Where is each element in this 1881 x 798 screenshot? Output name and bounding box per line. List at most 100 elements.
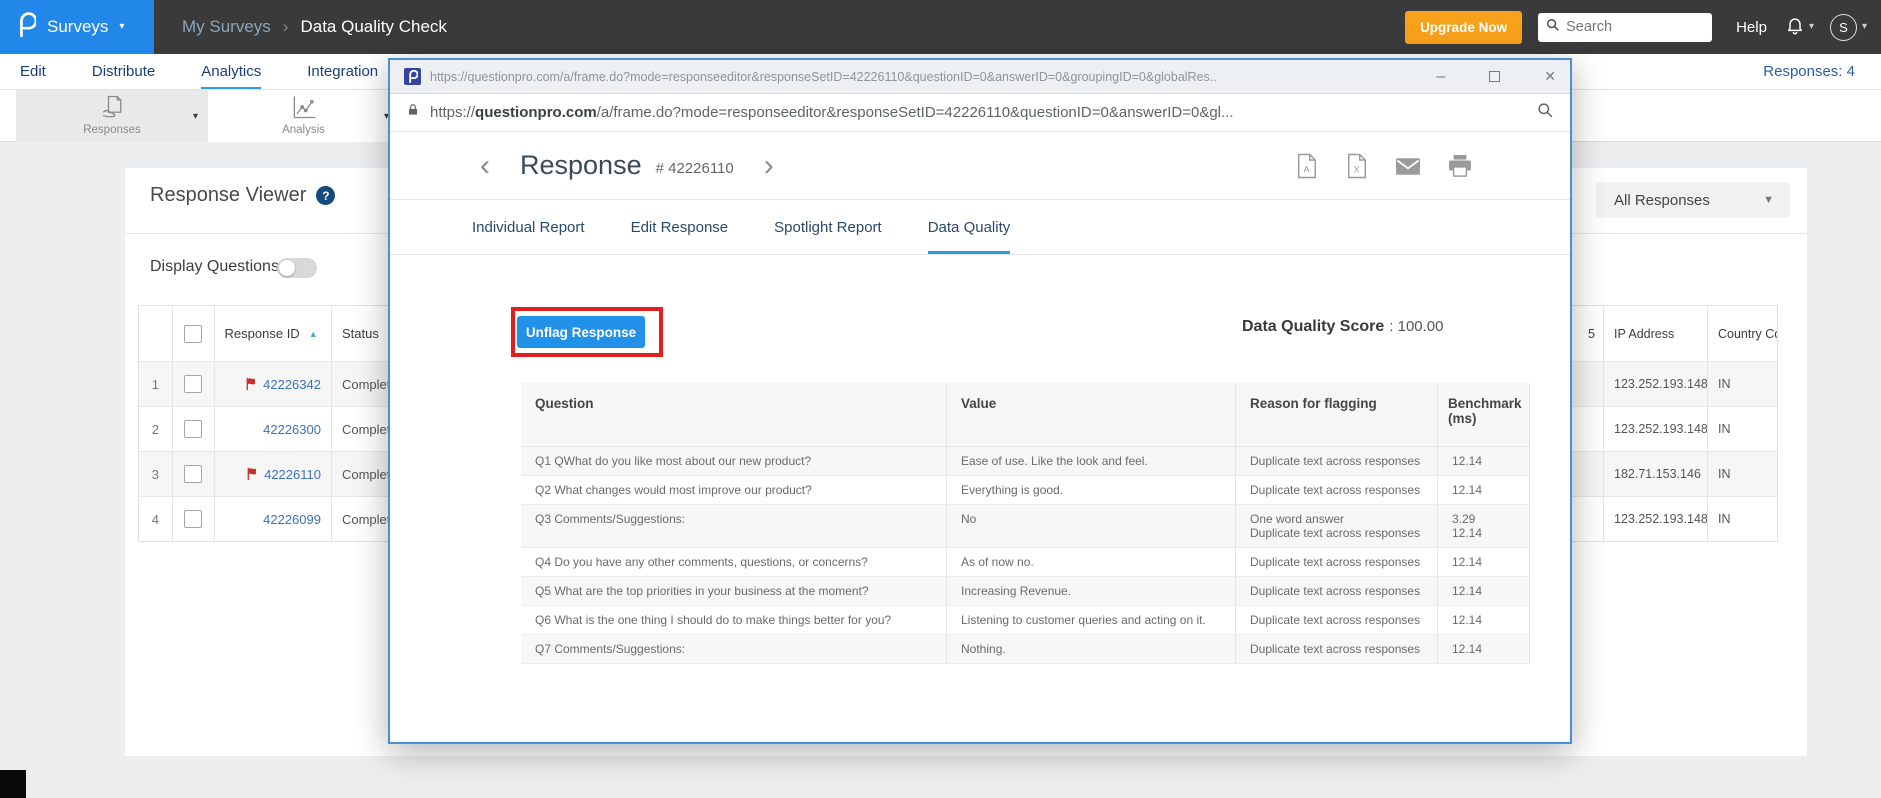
response-id-link[interactable]: 42226099 (263, 512, 321, 527)
display-questions-label: Display Questions (150, 258, 279, 275)
ip-address-header[interactable]: IP Address (1604, 306, 1708, 361)
modal-tab-spotlight-report[interactable]: Spotlight Report (774, 200, 882, 254)
response-id-header[interactable]: Response ID ▲ (215, 306, 332, 361)
nav-tab-edit[interactable]: Edit (20, 54, 46, 89)
pdf-export-icon[interactable]: A (1296, 153, 1318, 179)
avatar: S (1829, 13, 1857, 41)
close-icon[interactable]: ✕ (1544, 68, 1556, 85)
quality-col-header: Reason for flagging (1235, 383, 1437, 446)
country-code-cell: IN (1718, 377, 1731, 391)
response-editor-window: https://questionpro.com/a/frame.do?mode=… (388, 58, 1572, 744)
search-input[interactable] (1566, 19, 1697, 35)
help-icon[interactable]: ? (316, 186, 336, 205)
quality-row: Q3 Comments/Suggestions: No One word answe… (521, 505, 1530, 548)
sort-asc-icon: ▲ (308, 328, 318, 339)
global-search[interactable] (1538, 12, 1713, 42)
benchmark-cell: 12.14 (1437, 577, 1530, 605)
country-code-header[interactable]: Country Code (1708, 306, 1777, 361)
benchmark-cell: 12.14 (1437, 606, 1530, 634)
help-link[interactable]: Help (1736, 19, 1767, 36)
ip-address-cell: 182.71.153.146 (1604, 452, 1708, 496)
nav-tab-integration[interactable]: Integration (307, 54, 378, 89)
page-title: Response Viewer (150, 184, 307, 206)
benchmark-cell: 12.14 (1437, 548, 1530, 576)
next-response-button[interactable]: › (758, 150, 780, 181)
window-title-bar[interactable]: https://questionpro.com/a/frame.do?mode=… (390, 60, 1570, 94)
modal-tab-edit-response[interactable]: Edit Response (631, 200, 729, 254)
question-cell: Q4 Do you have any other comments, quest… (535, 555, 868, 569)
response-id-link[interactable]: 42226342 (263, 377, 321, 392)
value-cell: Listening to customer queries and acting… (946, 606, 1235, 634)
breadcrumb: My Surveys › Data Quality Check (182, 17, 447, 37)
row-number: 3 (139, 452, 173, 496)
questionpro-logo-icon (16, 11, 38, 43)
row-checkbox[interactable] (184, 375, 203, 393)
row-number: 4 (139, 497, 173, 541)
response-id-link[interactable]: 42226110 (264, 467, 321, 482)
response-filter-dropdown[interactable]: All Responses ▼ (1596, 182, 1790, 218)
print-icon[interactable] (1448, 155, 1472, 177)
response-id-cell: 42226300 (215, 407, 332, 451)
top-bar: Surveys ▾ My Surveys › Data Quality Chec… (0, 0, 1881, 54)
analysis-icon (208, 93, 399, 121)
responses-table-right-body: 123.252.193.148 IN 123.252.193.148 IN 182.71… (1541, 361, 1777, 541)
row-checkbox-cell (173, 407, 215, 451)
response-tabs: Individual Report Edit Response Spotlight … (390, 200, 1570, 255)
breadcrumb-current-survey: Data Quality Check (300, 17, 447, 36)
account-menu[interactable]: S ▾ (1829, 13, 1867, 41)
previous-response-button[interactable]: ‹ (474, 150, 496, 181)
response-id-cell: 42226110 (215, 452, 332, 496)
response-id-link[interactable]: 42226300 (263, 422, 321, 437)
question-cell: Q2 What changes would most improve our p… (535, 483, 812, 497)
breadcrumb-my-surveys[interactable]: My Surveys (182, 17, 271, 37)
minimize-button[interactable]: – (1436, 68, 1445, 86)
quality-row: Q7 Comments/Suggestions: Nothing. Duplicat… (521, 635, 1530, 664)
search-icon (1546, 18, 1560, 37)
row-checkbox-cell (173, 497, 215, 541)
row-number: 1 (139, 362, 173, 406)
value-cell: Ease of use. Like the look and feel. (946, 447, 1235, 475)
questionpro-favicon (404, 68, 421, 85)
chevron-down-icon[interactable]: ▾ (193, 111, 198, 122)
response-row-right: 123.252.193.148 IN (1541, 361, 1777, 406)
response-title: Response (520, 150, 642, 180)
benchmark-cell: 12.14 (1437, 476, 1530, 504)
country-code-cell: IN (1718, 467, 1731, 481)
product-menu[interactable]: Surveys ▾ (0, 0, 154, 54)
unflag-response-button[interactable]: Unflag Response (517, 316, 645, 348)
score-value: : 100.00 (1389, 318, 1444, 335)
maximize-button[interactable] (1489, 71, 1501, 82)
nav-tab-distribute[interactable]: Distribute (92, 54, 155, 89)
reason-cell: Duplicate text across responses (1235, 577, 1437, 605)
row-checkbox[interactable] (184, 465, 203, 483)
value-cell: No (946, 505, 1235, 547)
question-cell: Q1 QWhat do you like most about our new … (535, 454, 812, 468)
upgrade-now-button[interactable]: Upgrade Now (1405, 10, 1523, 44)
app-root: Surveys ▾ My Surveys › Data Quality Chec… (0, 0, 1881, 798)
modal-tab-individual-report[interactable]: Individual Report (472, 200, 585, 254)
address-bar[interactable]: https://questionpro.com/a/frame.do?mode=… (390, 94, 1570, 132)
row-checkbox[interactable] (184, 420, 203, 438)
excel-export-icon[interactable]: X (1346, 153, 1368, 179)
row-checkbox[interactable] (184, 510, 203, 528)
modal-tab-data-quality[interactable]: Data Quality (927, 200, 1011, 254)
select-all-checkbox[interactable] (184, 324, 203, 343)
responses-table-right-header: 5 IP Address Country Code (1541, 306, 1777, 361)
notifications-menu[interactable]: ▾ (1785, 15, 1814, 40)
quality-col-header: Question (535, 396, 594, 411)
chevron-down-icon: ▾ (1861, 21, 1867, 32)
chevron-down-icon: ▾ (1808, 21, 1814, 32)
zoom-search-icon[interactable] (1537, 102, 1554, 124)
nav-tab-analytics[interactable]: Analytics (201, 54, 262, 89)
quality-col-header: Value (946, 383, 1235, 446)
benchmark-cell: 3.29 12.14 (1437, 505, 1530, 547)
email-icon[interactable] (1396, 157, 1420, 175)
response-id-number: # 42226110 (655, 160, 734, 177)
toolbar-tile-analysis[interactable]: Analysis ▾ (208, 90, 400, 142)
data-quality-score: Data Quality Score : 100.00 (1242, 318, 1444, 336)
svg-text:X: X (1353, 164, 1359, 174)
display-questions-toggle[interactable] (277, 258, 317, 278)
toolbar-tile-responses[interactable]: Responses ▾ (16, 90, 208, 142)
response-filter-value: All Responses (1614, 191, 1710, 209)
chevron-down-icon: ▼ (1763, 194, 1774, 206)
